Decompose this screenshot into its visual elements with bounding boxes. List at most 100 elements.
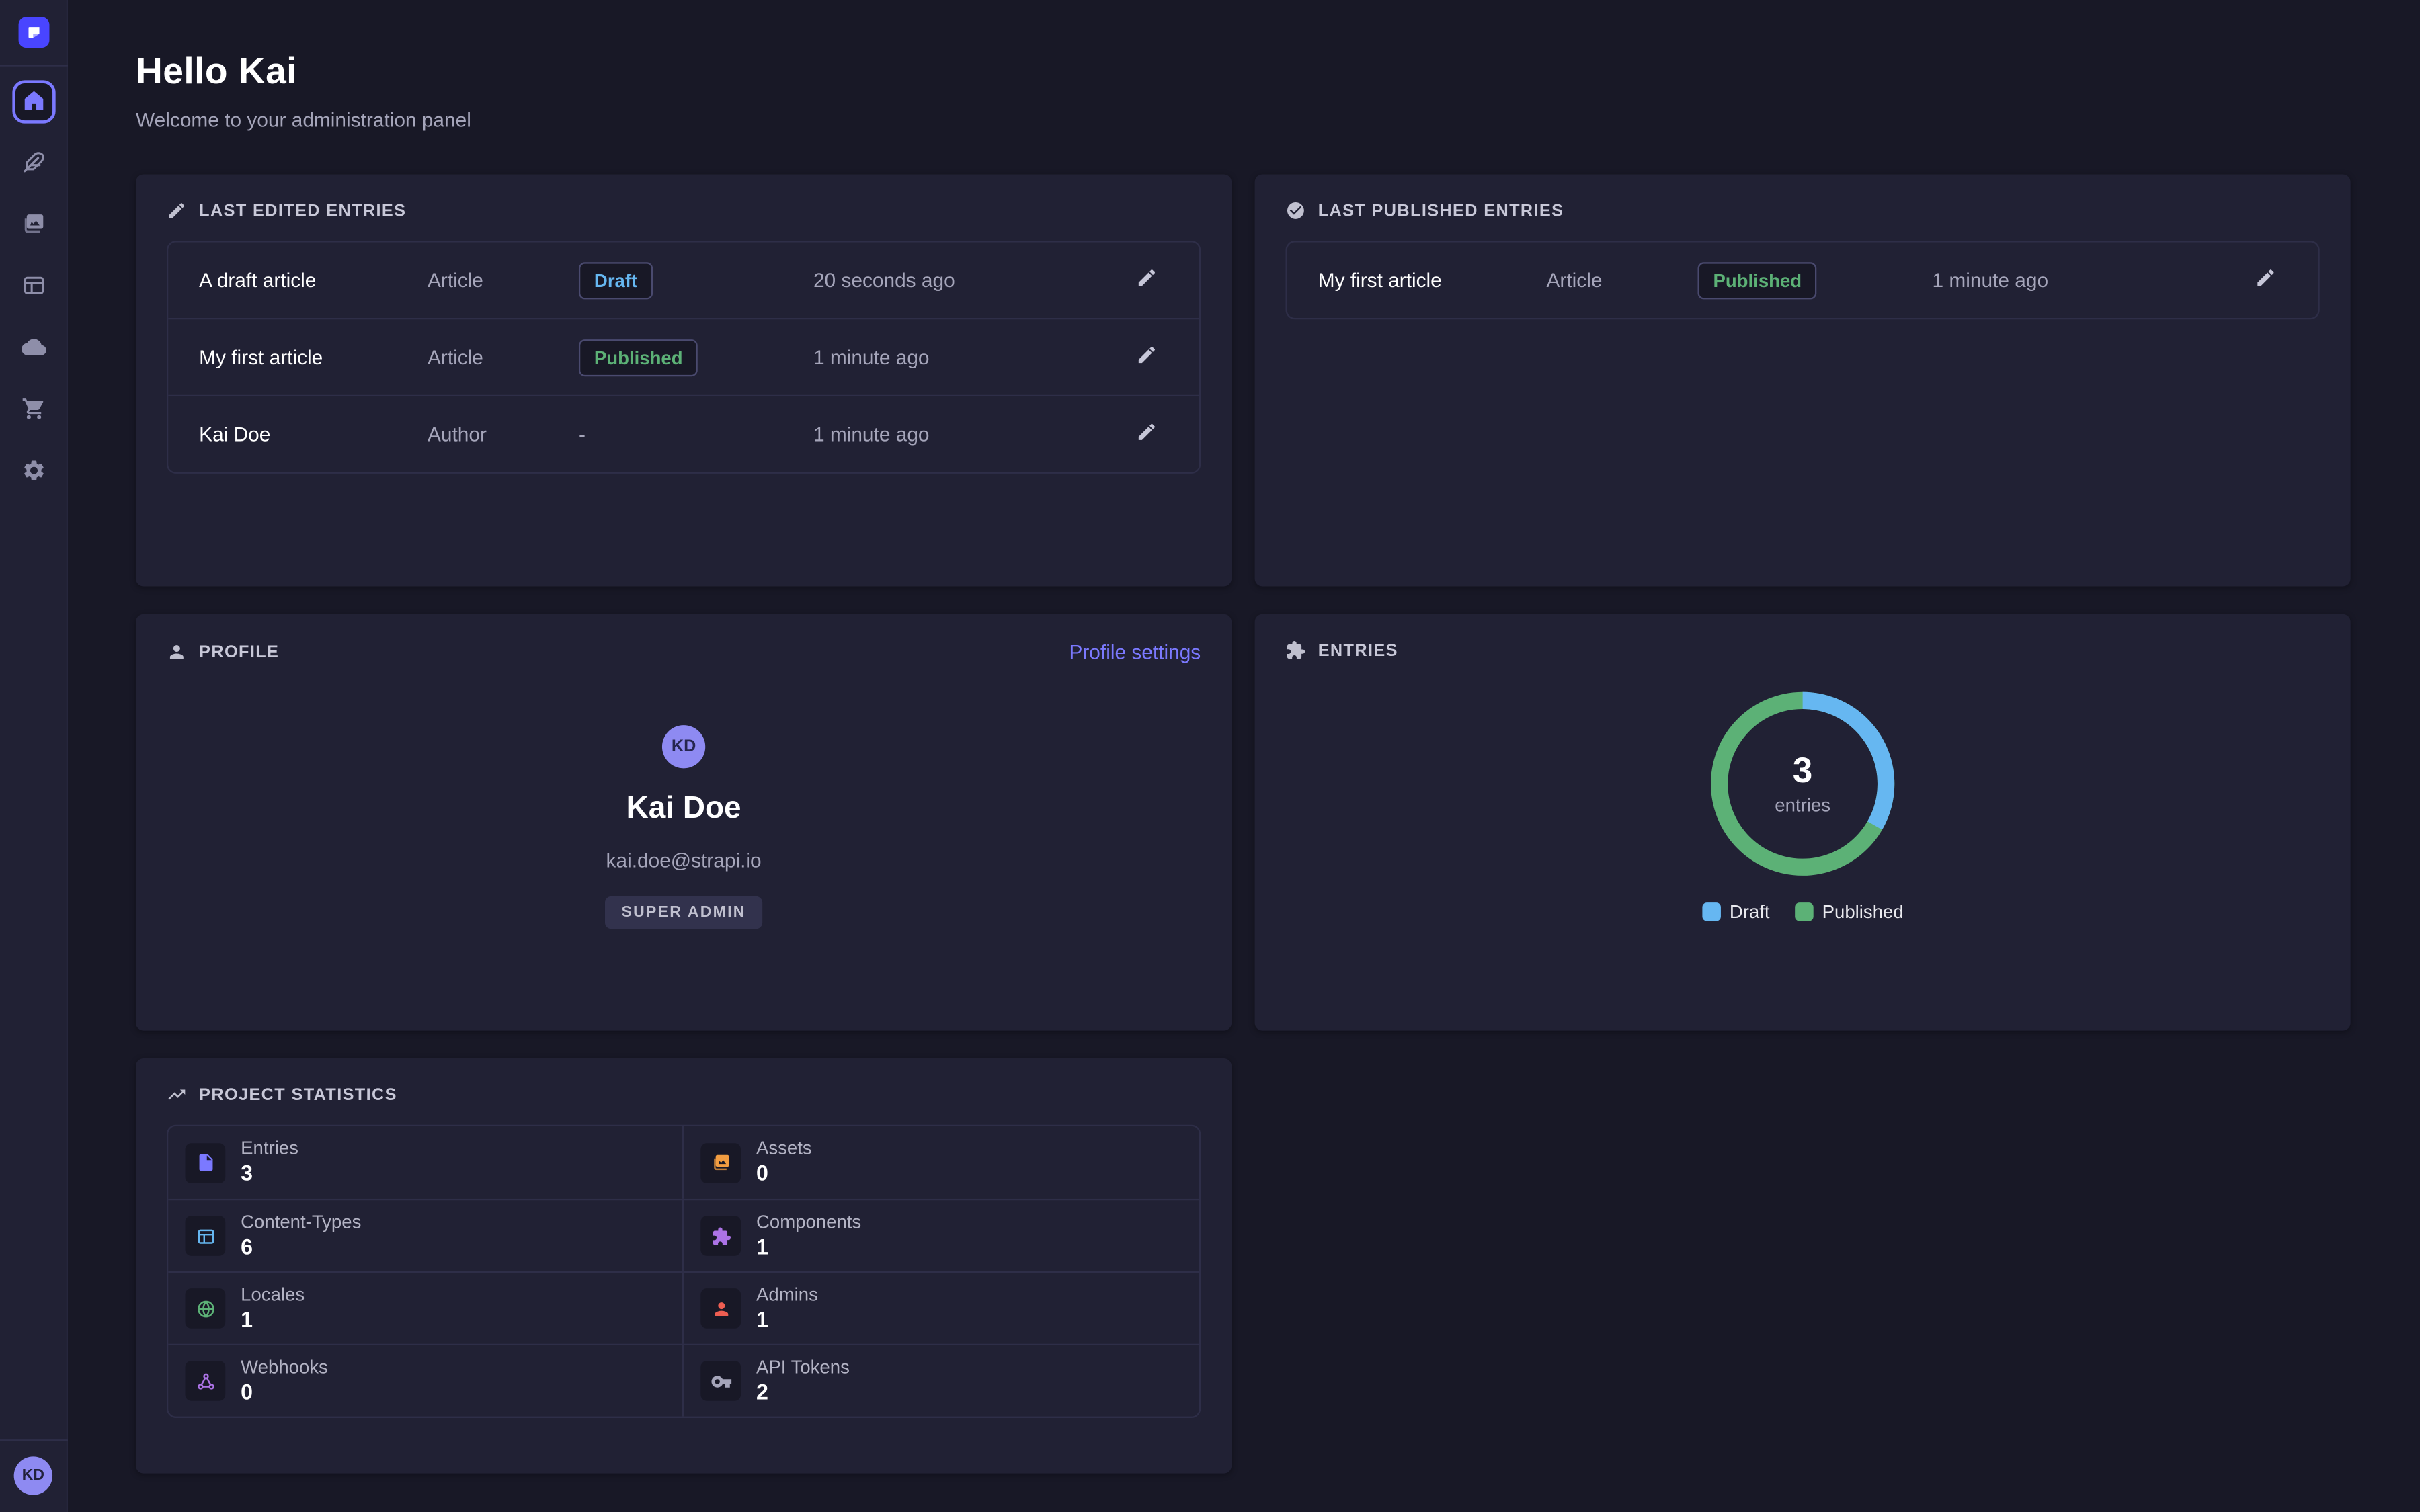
profile-header: PROFILE Profile settings	[167, 640, 1201, 663]
last-published-header: LAST PUBLISHED ENTRIES	[1285, 200, 2319, 220]
profile-avatar: KD	[662, 725, 705, 768]
puzzle-icon	[700, 1216, 741, 1256]
entry-name: A draft article	[199, 268, 428, 291]
sidebar-nav	[11, 80, 54, 1439]
project-statistics-card: PROJECT STATISTICS Entries3 Assets0 Conten…	[136, 1058, 1232, 1474]
pencil-icon	[2255, 267, 2276, 293]
sidebar-divider-top	[0, 65, 67, 66]
edit-entry-button[interactable]	[1125, 267, 1168, 293]
sidebar: KD	[0, 0, 68, 1512]
pencil-icon	[1136, 421, 1158, 448]
trending-up-icon	[167, 1085, 187, 1105]
pencil-icon	[1136, 344, 1158, 370]
stat-admins: Admins1	[684, 1271, 1199, 1344]
last-published-entries-card: LAST PUBLISHED ENTRIES My first articleA…	[1255, 174, 2351, 586]
entries-title: ENTRIES	[1318, 641, 1398, 660]
stat-entries: Entries3	[168, 1126, 684, 1199]
profile-settings-link[interactable]: Profile settings	[1069, 640, 1201, 663]
user-icon	[700, 1288, 741, 1329]
entry-kind: Article	[1547, 268, 1698, 291]
stat-webhooks: Webhooks0	[168, 1344, 684, 1417]
stat-label: Content-Types	[241, 1212, 361, 1232]
stat-value: 6	[241, 1236, 361, 1259]
status-empty: -	[579, 422, 586, 445]
entry-status-cell: Published	[579, 339, 813, 376]
puzzle-icon	[1285, 640, 1305, 661]
stat-value: 0	[756, 1163, 812, 1186]
dashboard-grid: LAST EDITED ENTRIES A draft articleArtic…	[136, 174, 2351, 1473]
sidebar-item-marketplace[interactable]	[11, 389, 54, 432]
stat-text: Assets0	[756, 1139, 812, 1186]
sidebar-item-content-manager[interactable]	[11, 142, 54, 185]
status-badge: Draft	[579, 261, 653, 298]
last-edited-entries-card: LAST EDITED ENTRIES A draft articleArtic…	[136, 174, 1232, 586]
entries-count-label: entries	[1775, 794, 1830, 815]
stat-components: Components1	[684, 1199, 1199, 1271]
project-statistics-title: PROJECT STATISTICS	[199, 1085, 397, 1104]
sidebar-item-settings[interactable]	[11, 450, 54, 493]
stat-label: Components	[756, 1212, 861, 1232]
stat-text: Locales1	[241, 1285, 305, 1332]
user-avatar[interactable]: KD	[14, 1456, 52, 1495]
last-published-title: LAST PUBLISHED ENTRIES	[1318, 202, 1564, 220]
entry-row: My first articleArticlePublished 1 minute…	[168, 318, 1199, 395]
entry-time: 1 minute ago	[1932, 268, 2244, 291]
stat-label: Entries	[241, 1139, 298, 1159]
donut-center: 3 entries	[1705, 687, 1900, 881]
entries-chart: 3 entries Draft Published	[1285, 687, 2319, 923]
stats-grid: Entries3Assets0Content-Types6Components1…	[167, 1125, 1201, 1418]
legend-swatch	[1702, 902, 1721, 921]
legend-item-published: Published	[1794, 901, 1903, 923]
entry-row: My first articleArticlePublished1 minute…	[1287, 242, 2318, 317]
sidebar-item-deploy[interactable]	[11, 327, 54, 370]
globe-icon	[186, 1288, 226, 1329]
entry-kind: Article	[428, 268, 579, 291]
stat-value: 1	[756, 1308, 818, 1332]
entry-kind: Article	[428, 345, 579, 368]
entry-row: A draft articleArticleDraft 20 seconds ag…	[168, 242, 1199, 317]
profile-card: PROFILE Profile settings KD Kai Doe kai.…	[136, 614, 1232, 1031]
feather-icon	[21, 149, 46, 179]
main-content: Hello Kai Welcome to your administration…	[68, 0, 2420, 1512]
legend-label: Draft	[1730, 901, 1770, 923]
profile-title: PROFILE	[199, 642, 279, 661]
stat-text: Webhooks0	[241, 1357, 328, 1404]
edit-entry-button[interactable]	[2244, 267, 2287, 293]
status-badge: Published	[579, 339, 698, 376]
edit-entry-button[interactable]	[1125, 344, 1168, 370]
last-edited-header: LAST EDITED ENTRIES	[167, 200, 1201, 220]
sidebar-bottom: KD	[0, 1439, 67, 1512]
stat-assets: Assets0	[684, 1126, 1199, 1199]
entry-name: My first article	[199, 345, 428, 368]
entry-time: 1 minute ago	[813, 423, 1125, 446]
entries-card: ENTRIES 3 entries Draft Published	[1255, 614, 2351, 1031]
cloud-icon	[21, 334, 46, 364]
entries-count: 3	[1793, 752, 1812, 788]
entry-status-cell: -	[579, 421, 813, 448]
stat-text: Admins1	[756, 1285, 818, 1332]
profile-name: Kai Doe	[627, 792, 741, 827]
sidebar-item-home[interactable]	[11, 80, 54, 123]
edit-entry-button[interactable]	[1125, 421, 1168, 448]
legend-item-draft: Draft	[1702, 901, 1770, 923]
chart-legend: Draft Published	[1702, 901, 1904, 923]
stat-text: Components1	[756, 1212, 861, 1259]
key-icon	[700, 1361, 741, 1401]
entry-row: Kai DoeAuthor-1 minute ago	[168, 395, 1199, 472]
entry-kind: Author	[428, 423, 579, 446]
last-edited-title: LAST EDITED ENTRIES	[199, 202, 406, 220]
entry-time: 1 minute ago	[813, 345, 1125, 368]
layout-icon	[186, 1216, 226, 1256]
cart-icon	[21, 396, 46, 425]
stat-value: 0	[241, 1381, 328, 1404]
stat-locales: Locales1	[168, 1271, 684, 1344]
stat-label: API Tokens	[756, 1357, 850, 1378]
sidebar-item-media-library[interactable]	[11, 204, 54, 247]
page-title: Hello Kai	[136, 51, 2351, 94]
images-icon	[700, 1142, 741, 1183]
donut-chart: 3 entries	[1705, 687, 1900, 881]
profile-email: kai.doe@strapi.io	[606, 849, 762, 872]
sidebar-item-content-type-builder[interactable]	[11, 265, 54, 308]
pencil-icon	[167, 200, 187, 220]
entry-time: 20 seconds ago	[813, 268, 1125, 291]
